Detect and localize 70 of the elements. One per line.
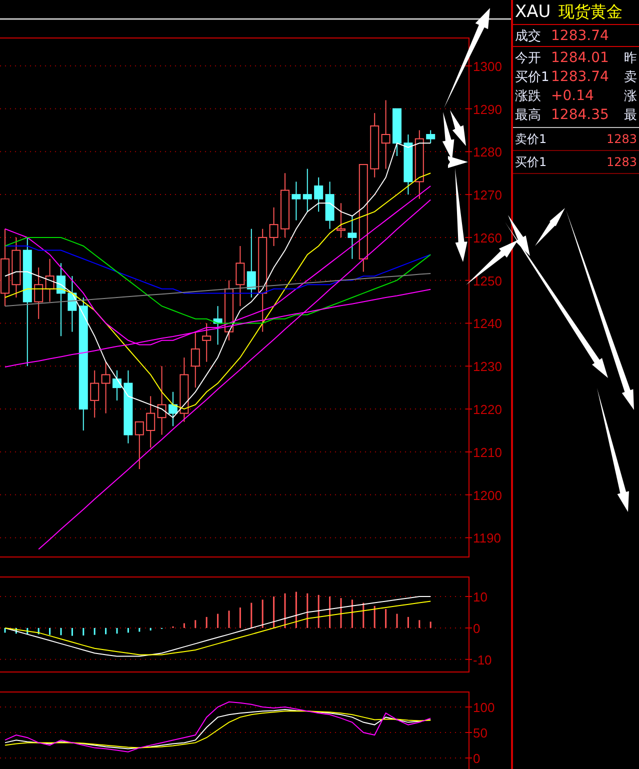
field-label: 卖 bbox=[624, 68, 638, 86]
axis-label: 1190 bbox=[473, 530, 501, 546]
axis-label: 10 bbox=[473, 590, 488, 604]
field-value: +0.14 bbox=[551, 88, 594, 104]
axis-label: 1280 bbox=[473, 144, 502, 160]
field-label: 最 bbox=[624, 106, 638, 124]
candlestick bbox=[314, 176, 324, 212]
field-label: 卖价1 bbox=[515, 130, 547, 148]
field-value: 1284.35 bbox=[551, 106, 609, 122]
candlestick bbox=[134, 421, 144, 470]
candlestick bbox=[12, 236, 21, 298]
candlestick bbox=[202, 322, 212, 362]
candlestick bbox=[280, 172, 290, 238]
candlestick bbox=[180, 357, 189, 422]
field-label: 涨跌 bbox=[515, 88, 542, 104]
candlestick bbox=[101, 361, 110, 414]
field-value: 1283 bbox=[606, 132, 637, 146]
field-value: 1284.01 bbox=[551, 50, 609, 66]
field-label: 昨 bbox=[624, 50, 638, 66]
candlestick bbox=[426, 130, 436, 144]
axis-label: -10 bbox=[473, 652, 492, 668]
axis-label: 1260 bbox=[473, 230, 502, 246]
candlestick bbox=[213, 306, 222, 346]
symbol-code: XAU bbox=[515, 2, 551, 22]
candlestick bbox=[112, 370, 122, 401]
axis-label: 1230 bbox=[473, 359, 502, 374]
axis-label: 1220 bbox=[473, 402, 502, 418]
candlestick bbox=[168, 391, 178, 427]
candlestick bbox=[325, 181, 334, 230]
candlestick bbox=[146, 396, 156, 448]
candlestick bbox=[90, 370, 100, 418]
axis-label: 1250 bbox=[473, 273, 502, 288]
axis-label: 0 bbox=[473, 620, 480, 636]
field-label: 涨 bbox=[624, 88, 638, 104]
field-label: 今开 bbox=[515, 50, 542, 66]
candlestick bbox=[336, 202, 346, 238]
candlestick bbox=[414, 130, 424, 200]
candlestick bbox=[292, 181, 301, 221]
axis-label: 100 bbox=[473, 700, 495, 715]
candlestick bbox=[302, 168, 312, 212]
candlestick bbox=[246, 228, 256, 298]
candlestick bbox=[348, 216, 357, 260]
axis-label: 1270 bbox=[473, 188, 502, 203]
candlestick bbox=[157, 366, 166, 436]
candlestick bbox=[45, 258, 54, 302]
axis-label: 1240 bbox=[473, 316, 502, 332]
candlestick bbox=[34, 266, 44, 320]
axis-label: 1300 bbox=[473, 58, 502, 74]
instrument-name: 现货黄金 bbox=[558, 2, 623, 22]
field-value: 1283.74 bbox=[551, 68, 609, 84]
axis-label: 0 bbox=[473, 750, 480, 766]
field-value: 1283.74 bbox=[551, 28, 609, 44]
candlestick bbox=[392, 108, 402, 156]
field-value: 1283 bbox=[606, 155, 637, 169]
candlestick bbox=[224, 280, 234, 341]
field-label: 买价1 bbox=[515, 154, 547, 170]
candlestick bbox=[381, 100, 390, 170]
candlestick bbox=[236, 246, 245, 307]
candlestick bbox=[190, 331, 200, 388]
axis-label: 1200 bbox=[473, 488, 502, 503]
candlestick bbox=[370, 112, 380, 178]
axis-label: 1210 bbox=[473, 444, 502, 460]
candlestick bbox=[269, 206, 278, 247]
field-label: 成交 bbox=[515, 28, 542, 44]
candlestick bbox=[68, 276, 77, 332]
field-label: 买价1 bbox=[515, 68, 550, 86]
axis-label: 1290 bbox=[473, 102, 502, 117]
field-label: 最高 bbox=[515, 106, 542, 124]
axis-label: 50 bbox=[473, 725, 488, 740]
candlestick bbox=[404, 134, 413, 196]
